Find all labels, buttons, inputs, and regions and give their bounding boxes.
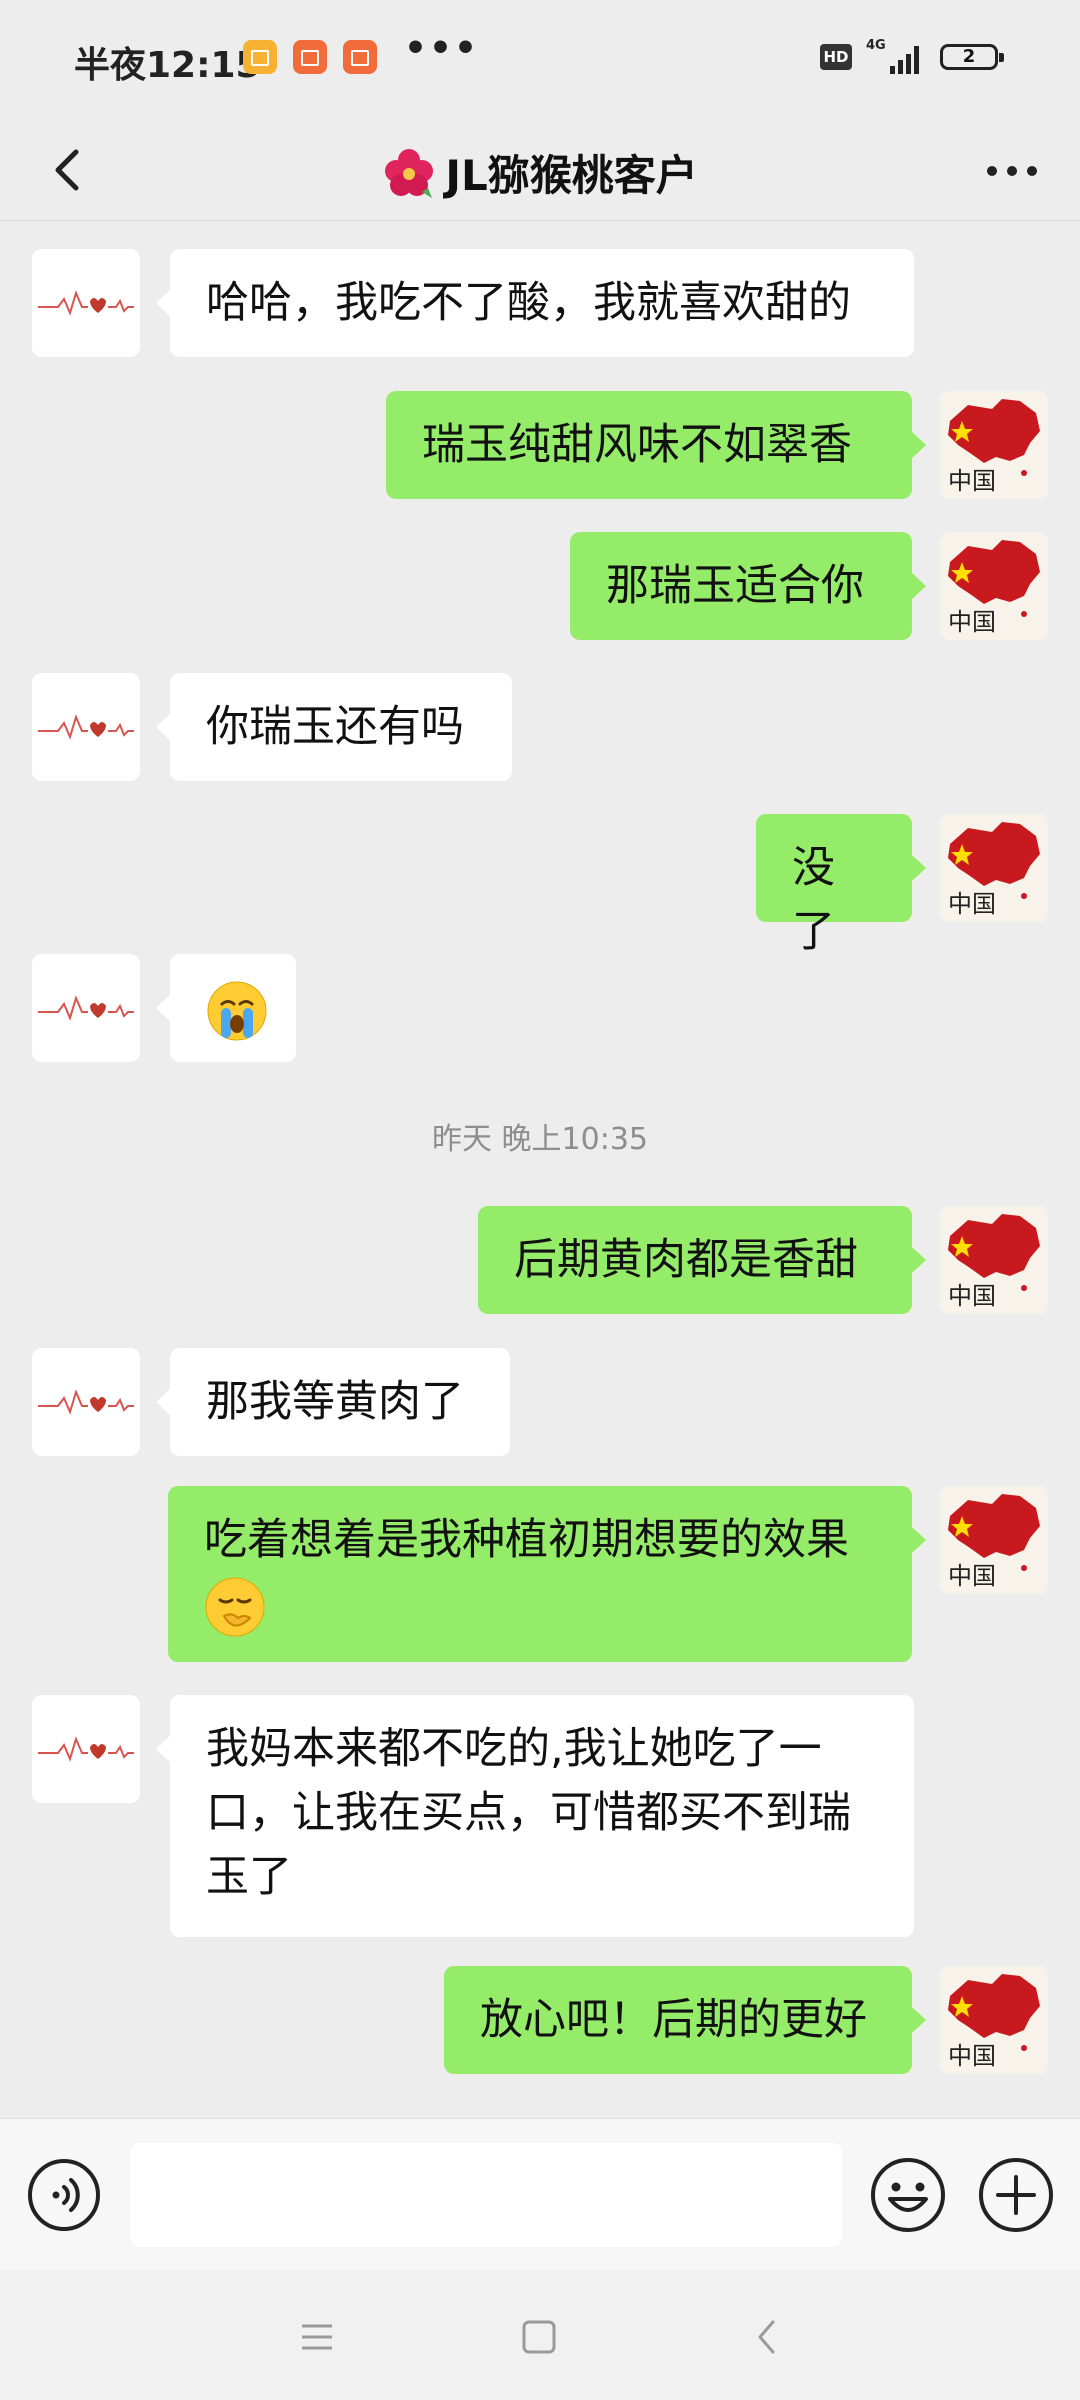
menu-icon[interactable] xyxy=(292,2312,342,2362)
outgoing-message: 中国 瑞玉纯甜风味不如翠香 xyxy=(0,391,1080,499)
outgoing-message: 中国 没了 xyxy=(0,814,1080,957)
message-bubble[interactable]: 吃着想着是我种植初期想要的效果 xyxy=(168,1486,926,1662)
shopping-app-icon xyxy=(343,40,377,74)
shopping-app-icon xyxy=(293,40,327,74)
message-bubble[interactable]: 后期黄肉都是香甜 xyxy=(478,1206,926,1314)
avatar-caption: 中国 xyxy=(948,467,996,495)
message-text: 哈哈，我吃不了酸，我就喜欢甜的 xyxy=(206,278,851,328)
nav-back-icon[interactable] xyxy=(742,2312,792,2362)
my-avatar[interactable]: 中国 xyxy=(940,1486,1048,1594)
avatar-caption: 中国 xyxy=(948,2042,996,2070)
message-text: 你瑞玉还有吗 xyxy=(206,702,464,752)
system-nav-bar xyxy=(0,2270,1080,2400)
my-avatar[interactable]: 中国 xyxy=(940,1206,1048,1314)
contact-avatar[interactable] xyxy=(32,1695,140,1803)
hd-badge: HD xyxy=(820,44,852,70)
avatar-caption: 中国 xyxy=(948,608,996,636)
status-more-icon: ••• xyxy=(404,28,480,69)
contact-avatar[interactable] xyxy=(32,673,140,781)
hibiscus-flower-icon xyxy=(385,148,434,198)
crying-face-icon xyxy=(207,981,267,1040)
message-bubble[interactable]: 没了 xyxy=(756,814,926,957)
my-avatar[interactable]: 中国 xyxy=(940,814,1048,922)
my-avatar[interactable]: 中国 xyxy=(940,391,1048,499)
message-bubble[interactable] xyxy=(156,954,296,1062)
incoming-message: 哈哈，我吃不了酸，我就喜欢甜的 xyxy=(0,249,1080,357)
title-area: JL猕猴桃客户 xyxy=(0,142,1080,203)
message-text: 我妈本来都不吃的,我让她吃了一口，让我在买点，可惜都买不到瑞玉了 xyxy=(206,1724,851,1902)
plus-circle-icon[interactable] xyxy=(976,2155,1056,2235)
message-bubble[interactable]: 放心吧！后期的更好 xyxy=(444,1966,926,2074)
page-title: JL猕猴桃客户 xyxy=(445,151,698,200)
input-bar xyxy=(0,2118,1080,2271)
message-text: 放心吧！后期的更好 xyxy=(480,1995,867,2045)
contact-avatar[interactable] xyxy=(32,1348,140,1456)
message-text: 那我等黄肉了 xyxy=(206,1377,464,1427)
chat-header: JL猕猴桃客户 xyxy=(0,120,1080,221)
incoming-message xyxy=(0,954,1080,1062)
outgoing-message: 中国 那瑞玉适合你 xyxy=(0,532,1080,640)
message-bubble[interactable]: 你瑞玉还有吗 xyxy=(156,673,512,781)
message-list[interactable]: 哈哈，我吃不了酸，我就喜欢甜的 中国 瑞玉纯甜风味不如翠香 中国 那瑞玉适合你 你瑞玉还有… xyxy=(0,221,1080,2118)
incoming-message: 那我等黄肉了 xyxy=(0,1348,1080,1456)
notes-app-icon xyxy=(243,40,277,74)
voice-icon[interactable] xyxy=(26,2157,102,2233)
message-input[interactable] xyxy=(130,2143,842,2247)
contact-avatar[interactable] xyxy=(32,954,140,1062)
message-text: 没了 xyxy=(792,843,835,957)
outgoing-message: 中国 后期黄肉都是香甜 xyxy=(0,1206,1080,1314)
message-text: 吃着想着是我种植初期想要的效果 xyxy=(204,1515,849,1565)
message-bubble[interactable]: 那我等黄肉了 xyxy=(156,1348,510,1456)
avatar-caption: 中国 xyxy=(948,1282,996,1310)
status-bar: 半夜12:15 ••• HD 4G 2 xyxy=(0,0,1080,120)
avatar-caption: 中国 xyxy=(948,890,996,918)
signal-icon xyxy=(890,42,922,74)
battery-icon: 2 xyxy=(940,44,1004,70)
message-bubble[interactable]: 瑞玉纯甜风味不如翠香 xyxy=(386,391,926,499)
outgoing-message: 中国 吃着想着是我种植初期想要的效果 xyxy=(0,1486,1080,1662)
contact-avatar[interactable] xyxy=(32,249,140,357)
smiley-icon[interactable] xyxy=(868,2155,948,2235)
avatar-caption: 中国 xyxy=(948,1562,996,1590)
status-time: 半夜12:15 xyxy=(74,45,261,86)
message-bubble[interactable]: 我妈本来都不吃的,我让她吃了一口，让我在买点，可惜都买不到瑞玉了 xyxy=(156,1695,914,1937)
outgoing-message: 中国 放心吧！后期的更好 xyxy=(0,1966,1080,2074)
more-dots-icon[interactable] xyxy=(980,146,1044,196)
message-bubble[interactable]: 那瑞玉适合你 xyxy=(570,532,926,640)
my-avatar[interactable]: 中国 xyxy=(940,1966,1048,2074)
home-square-icon[interactable] xyxy=(514,2312,564,2362)
thinking-hand-over-mouth-icon xyxy=(205,1577,265,1636)
message-timestamp: 昨天 晚上10:35 xyxy=(432,1122,648,1157)
network-type: 4G xyxy=(866,38,886,53)
message-text: 那瑞玉适合你 xyxy=(606,561,864,611)
message-text: 后期黄肉都是香甜 xyxy=(514,1235,858,1285)
message-bubble[interactable]: 哈哈，我吃不了酸，我就喜欢甜的 xyxy=(156,249,914,357)
incoming-message: 你瑞玉还有吗 xyxy=(0,673,1080,781)
incoming-message: 我妈本来都不吃的,我让她吃了一口，让我在买点，可惜都买不到瑞玉了 xyxy=(0,1695,1080,1937)
message-text: 瑞玉纯甜风味不如翠香 xyxy=(422,420,852,470)
my-avatar[interactable]: 中国 xyxy=(940,532,1048,640)
